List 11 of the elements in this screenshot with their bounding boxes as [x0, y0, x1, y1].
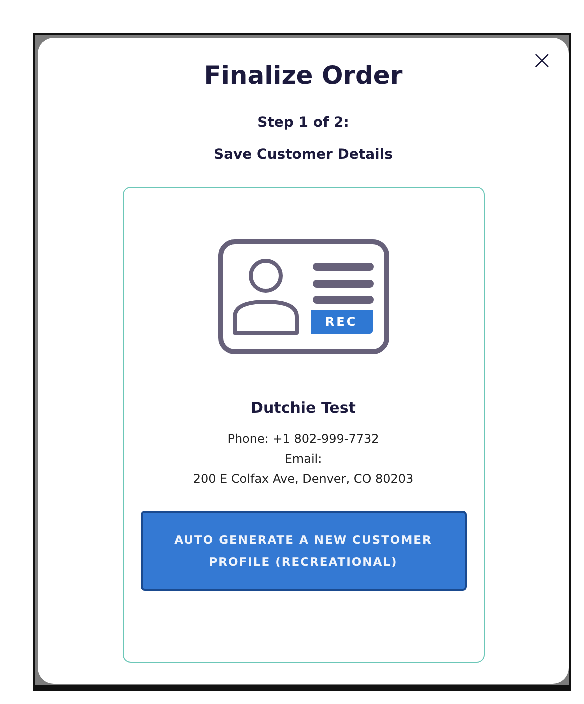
id-card-icon	[218, 239, 390, 355]
close-button[interactable]: ×	[527, 48, 557, 74]
step-title: Save Customer Details	[214, 146, 393, 165]
customer-address: 200 E Colfax Ave, Denver, CO 80203	[193, 471, 414, 488]
rec-badge: REC	[310, 310, 372, 334]
customer-name: Dutchie Test	[251, 398, 356, 419]
customer-phone: Phone: +1 802-999-7732	[228, 431, 380, 448]
generate-profile-button[interactable]: AUTO GENERATE A NEW CUSTOMER PROFILE (RECREATIONAL)	[140, 511, 466, 591]
customer-email: Email:	[284, 451, 322, 468]
dialog-title: Finalize Order	[204, 60, 403, 92]
step-label: Step 1 of 2:	[258, 114, 350, 133]
